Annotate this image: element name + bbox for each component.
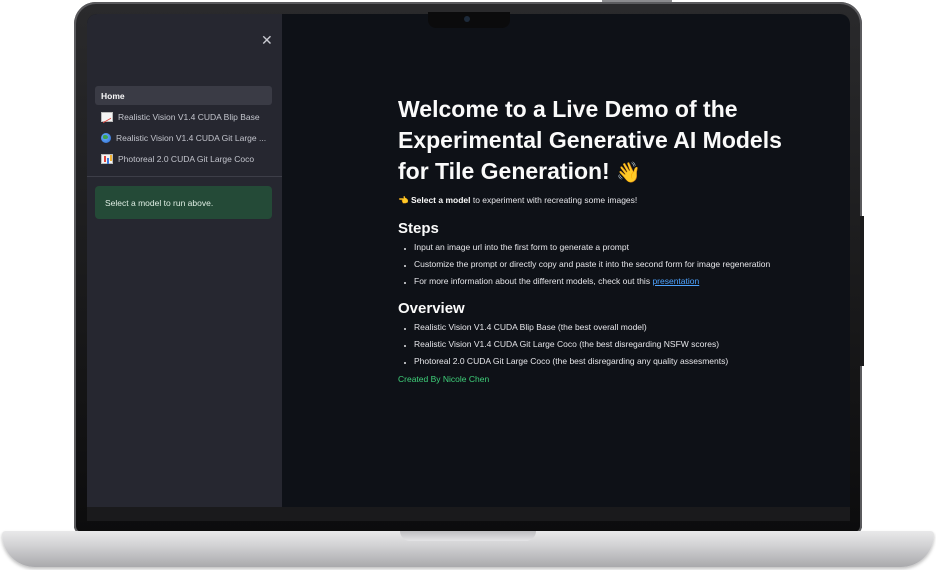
- sidebar-divider: [87, 176, 282, 177]
- sidebar-item-realistic-vision-git-large[interactable]: Realistic Vision V1.4 CUDA Git Large ...: [95, 128, 272, 147]
- list-item-text: For more information about the different…: [414, 276, 653, 286]
- list-item: Realistic Vision V1.4 CUDA Blip Base (th…: [414, 323, 818, 332]
- chart-increasing-icon: [101, 111, 113, 122]
- list-item: Customize the prompt or directly copy an…: [414, 260, 818, 269]
- laptop-bottom-bezel: [87, 507, 850, 521]
- overview-list: Realistic Vision V1.4 CUDA Blip Base (th…: [398, 323, 818, 366]
- info-message: Select a model to run above.: [95, 186, 272, 219]
- laptop-base-notch: [400, 531, 536, 541]
- overview-heading: Overview: [398, 300, 465, 317]
- list-item: Input an image url into the first form t…: [414, 243, 818, 252]
- steps-heading: Steps: [398, 220, 439, 237]
- pointing-hand-icon: 👈: [398, 195, 409, 205]
- credit-text: Created By Nicole Chen: [398, 374, 490, 384]
- laptop-mockup: ✕ Home Realistic Vision V1.4 CUDA Blip B…: [0, 0, 936, 570]
- intro-text: 👈 Select a model to experiment with recr…: [398, 195, 818, 206]
- sidebar-nav: Home Realistic Vision V1.4 CUDA Blip Bas…: [95, 86, 272, 170]
- page-title-text: Welcome to a Live Demo of the Experiment…: [398, 96, 782, 184]
- main-content: Welcome to a Live Demo of the Experiment…: [398, 94, 818, 384]
- bar-chart-icon: [101, 153, 113, 164]
- sidebar: ✕ Home Realistic Vision V1.4 CUDA Blip B…: [87, 14, 282, 507]
- waving-hand-icon: 👋: [616, 162, 642, 184]
- sidebar-item-label: Realistic Vision V1.4 CUDA Blip Base: [118, 111, 260, 122]
- app-screen: ✕ Home Realistic Vision V1.4 CUDA Blip B…: [87, 14, 850, 507]
- presentation-link[interactable]: presentation: [652, 276, 699, 286]
- laptop-side-edge: [860, 216, 864, 366]
- sidebar-item-label: Photoreal 2.0 CUDA Git Large Coco: [118, 153, 255, 164]
- list-item: Photoreal 2.0 CUDA Git Large Coco (the b…: [414, 357, 818, 366]
- intro-bold: Select a model: [410, 195, 471, 205]
- sidebar-item-label: Realistic Vision V1.4 CUDA Git Large ...: [116, 132, 267, 143]
- sidebar-item-home[interactable]: Home: [95, 86, 272, 105]
- sidebar-item-photoreal-git-large[interactable]: Photoreal 2.0 CUDA Git Large Coco: [95, 149, 272, 168]
- list-item: Realistic Vision V1.4 CUDA Git Large Coc…: [414, 340, 818, 349]
- camera-icon: [464, 16, 470, 22]
- list-item: For more information about the different…: [414, 277, 818, 286]
- globe-icon: [101, 132, 111, 143]
- intro-rest: to experiment with recreating some image…: [470, 195, 638, 205]
- sidebar-item-realistic-vision-blip-base[interactable]: Realistic Vision V1.4 CUDA Blip Base: [95, 107, 272, 126]
- page-title: Welcome to a Live Demo of the Experiment…: [398, 94, 818, 189]
- steps-list: Input an image url into the first form t…: [398, 243, 818, 286]
- sidebar-item-label: Home: [101, 90, 125, 101]
- close-sidebar-icon[interactable]: ✕: [261, 34, 273, 48]
